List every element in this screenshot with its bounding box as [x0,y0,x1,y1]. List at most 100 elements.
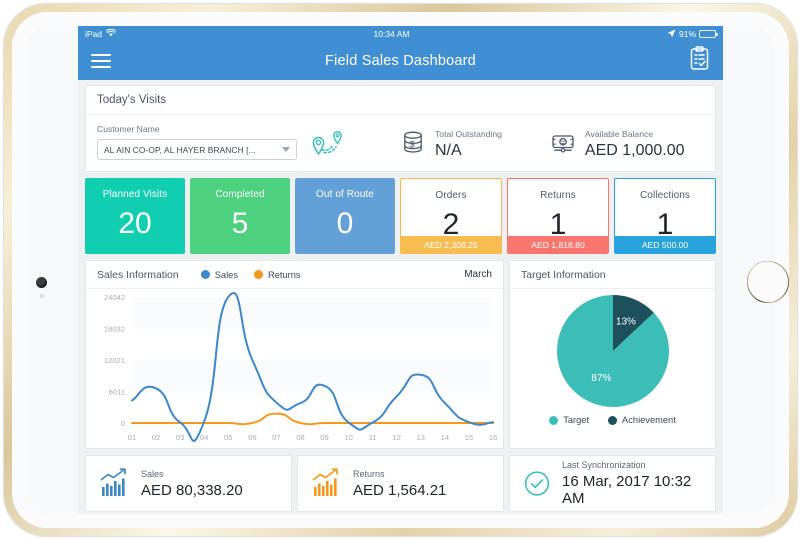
x-axis-tick-label: 04 [200,433,208,442]
kpi-badge: AED 1,818.80 [508,236,608,253]
summary-card-sales[interactable]: Sales AED 80,338.20 [85,455,292,512]
x-axis-tick-label: 06 [248,433,256,442]
customer-name-label: Customer Name [97,124,160,134]
chart-band [132,360,493,392]
summary-label: Returns [353,468,385,479]
target-pie-chart: 13% 87% [556,295,669,407]
front-camera-icon [36,277,47,288]
todays-visits-panel: Today's Visits Customer Name AL AIN CO-O… [85,85,716,172]
ios-status-bar: iPad 10:34 AM 91% [78,26,723,42]
kpi-value: 0 [336,207,354,240]
app-navigation-bar: Field Sales Dashboard [78,42,723,80]
y-axis-tick-label: 6011 [109,388,125,397]
clipboard-check-icon[interactable] [689,46,710,76]
location-arrow-icon [667,29,676,40]
pie-slice-label: 13% [615,317,635,328]
svg-text:$: $ [410,140,415,150]
sales-chart-header: Sales Information Sales Returns March [86,261,503,289]
legend-dot-achievement [608,415,618,425]
summary-value: AED 80,338.20 [141,481,243,499]
sales-chart-title: Sales Information [97,268,179,281]
summary-label: Last Synchronization [561,460,646,470]
customer-name-select[interactable]: AL AIN CO-OP, AL HAYER BRANCH [... [97,139,297,160]
kpi-label: Orders [435,190,467,201]
summary-card-row: Sales AED 80,338.20 Returns AED 1,564.21 Las… [85,455,716,512]
kpi-badge: AED 500.00 [615,236,715,253]
x-axis-tick-label: 08 [296,433,304,442]
ambient-sensor-icon [40,294,44,298]
kpi-card-out-of-route[interactable]: Out of Route 0 [295,178,395,254]
kpi-card-orders[interactable]: Orders 2 AED 2,308.25 [400,178,502,254]
summary-value: AED 1,564.21 [353,481,447,499]
todays-visits-title: Today's Visits [86,86,715,115]
x-axis-tick-label: 14 [441,433,449,442]
kpi-badge: AED 2,308.25 [401,236,501,253]
summary-label: Sales [141,468,164,479]
kpi-label: Planned Visits [102,189,168,200]
total-outstanding-group: $ Total Outstanding N/A [400,129,502,160]
status-clock: 10:34 AM [373,29,410,39]
kpi-value: 20 [118,207,152,240]
check-circle-icon [524,471,550,496]
route-map-pin-icon[interactable] [311,130,345,161]
legend-item-returns[interactable]: Returns [253,269,301,280]
x-axis-tick-label: 13 [417,433,425,442]
bar-chart-trend-icon [312,468,338,496]
x-axis-tick-label: 10 [344,433,352,442]
summary-card-returns[interactable]: Returns AED 1,564.21 [297,455,504,512]
sales-chart-month: March [464,269,492,280]
kpi-card-planned-visits[interactable]: Planned Visits 20 [85,178,185,254]
target-chart-title: Target Information [521,268,606,281]
kpi-card-row: Planned Visits 20 Completed 5 Out of Route 0 O… [85,178,716,254]
available-balance-label: Available Balance [584,129,654,139]
x-axis-tick-label: 07 [272,433,280,442]
chevron-down-icon[interactable] [282,147,290,152]
target-pie-wrapper: 13% 87% Target Achievement [510,289,715,449]
kpi-value: 5 [231,207,249,240]
sales-chart-legend: Sales Returns [200,269,301,280]
home-button-ring[interactable] [747,261,789,303]
target-chart-legend: Target Achievement [549,415,676,425]
x-axis-tick-label: 03 [176,433,184,442]
status-device-label: iPad [85,29,103,39]
y-axis-tick-label: 0 [121,419,125,428]
legend-label-sales: Sales [214,269,238,280]
x-axis-tick-label: 15 [465,433,473,442]
legend-dot-target [549,415,559,425]
kpi-card-collections[interactable]: Collections 1 AED 500.00 [614,178,716,254]
banknote-icon [550,131,576,160]
charts-row: Sales Information Sales Returns March 06… [85,260,716,449]
dashboard-content: Today's Visits Customer Name AL AIN CO-O… [78,85,723,512]
customer-name-group: Customer Name AL AIN CO-OP, AL HAYER BRA… [97,124,297,160]
kpi-card-completed[interactable]: Completed 5 [190,178,290,254]
total-outstanding-value: N/A [435,142,462,159]
pie-slice-label: 87% [591,373,611,384]
legend-label-target: Target [563,415,590,425]
hamburger-menu-icon[interactable] [91,50,111,72]
battery-percent-label: 91% [678,29,696,39]
legend-item-target[interactable]: Target [549,415,589,425]
legend-item-achievement[interactable]: Achievement [608,415,676,425]
legend-label-achievement: Achievement [622,415,676,425]
y-axis-tick-label: 12021 [104,356,125,365]
bar-chart-trend-icon [100,468,126,496]
page-title: Field Sales Dashboard [325,53,476,69]
cash-stack-icon: $ [400,129,426,160]
summary-text: Last Synchronization 16 Mar, 2017 10:32 A… [562,460,702,507]
kpi-label: Out of Route [316,189,374,200]
legend-item-sales[interactable]: Sales [200,269,238,280]
legend-label-returns: Returns [267,269,301,280]
kpi-card-returns[interactable]: Returns 1 AED 1,818.80 [507,178,609,254]
customer-info-row: Customer Name AL AIN CO-OP, AL HAYER BRA… [86,115,715,171]
kpi-label: Collections [639,190,690,201]
wifi-icon [105,28,117,39]
battery-icon [699,30,718,38]
customer-name-value: AL AIN CO-OP, AL HAYER BRANCH [... [104,144,256,155]
x-axis-tick-label: 11 [369,433,377,442]
x-axis-tick-label: 16 [489,433,497,442]
summary-text: Returns AED 1,564.21 [353,469,446,499]
summary-card-last-synchronization[interactable]: Last Synchronization 16 Mar, 2017 10:32 A… [509,455,716,512]
legend-dot-returns [253,270,263,279]
sales-line-chart: 0 6011 12021 18032 24042 01 02 03 04 05 06 07 08 09 10… [104,292,497,442]
target-chart-header: Target Information [510,261,715,289]
